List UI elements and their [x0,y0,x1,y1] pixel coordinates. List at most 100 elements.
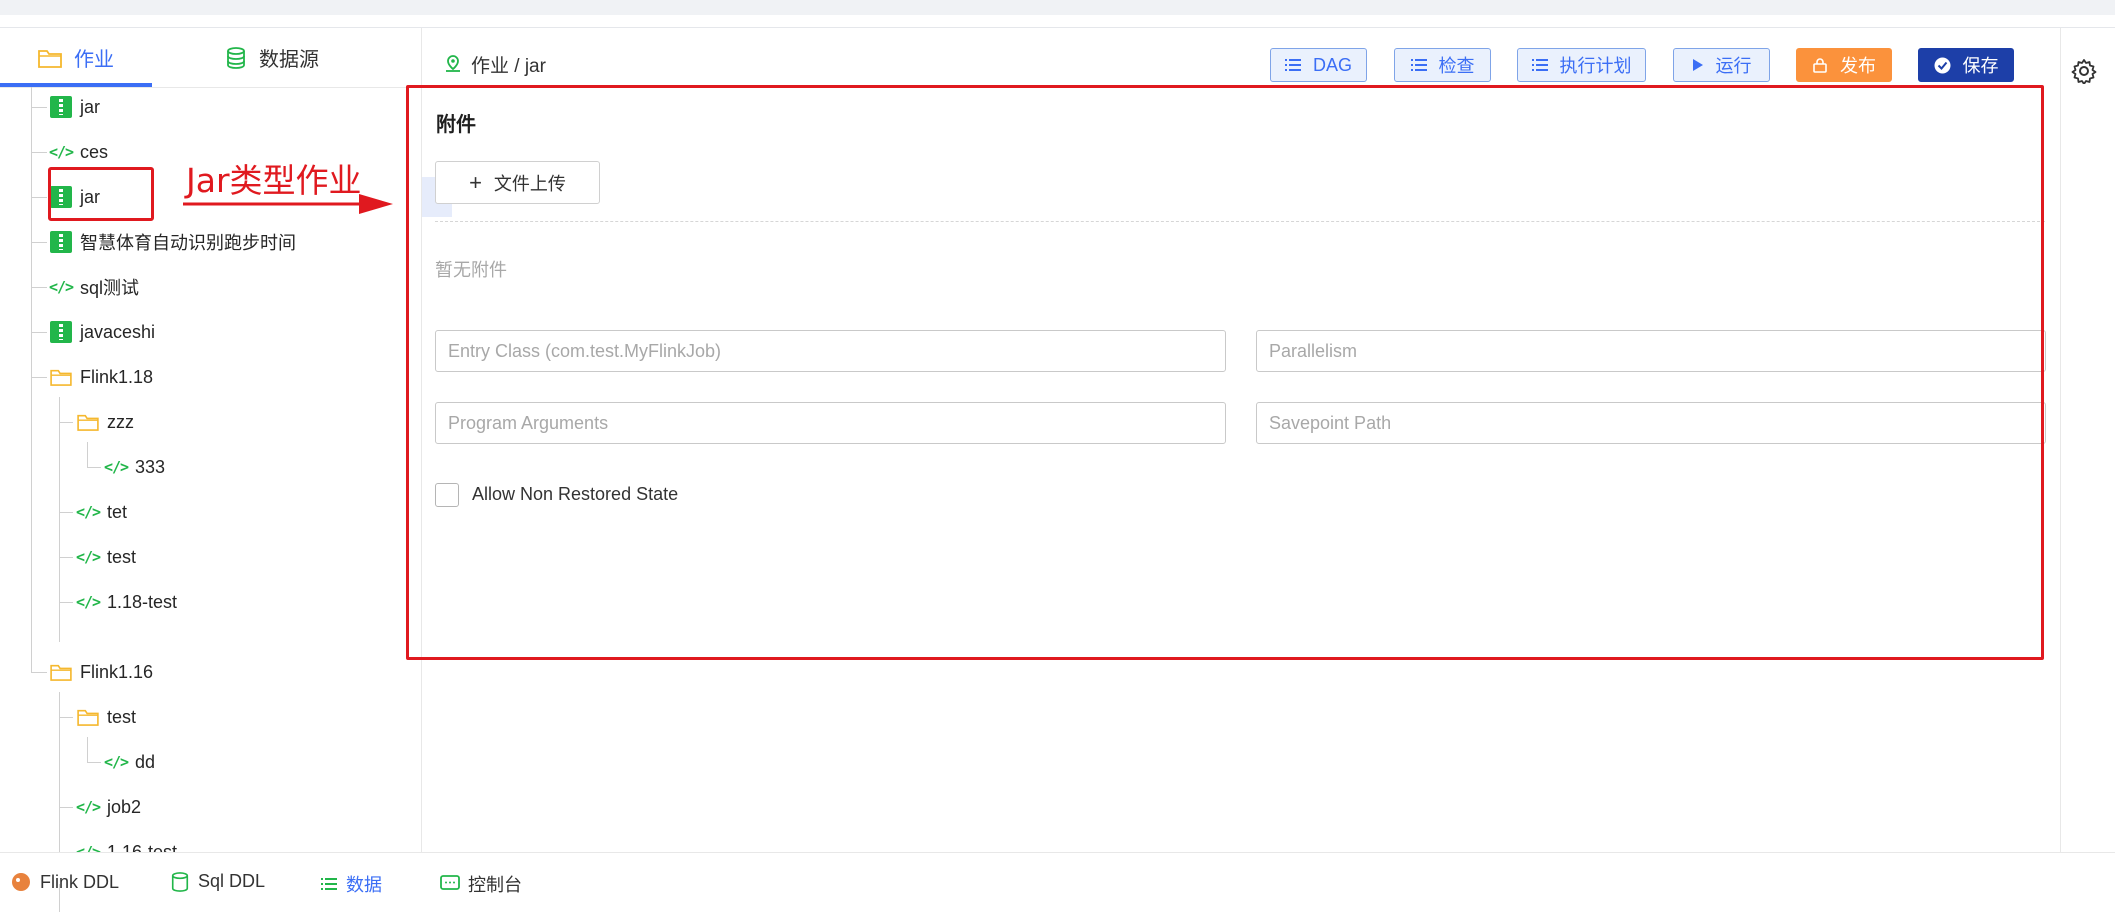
save-button[interactable]: 保存 [1918,48,2014,82]
code-icon: </> [75,548,101,566]
tab-jobs[interactable]: 作业 [38,28,114,87]
tree-item-job2[interactable]: </> job2 [75,787,142,827]
run-button[interactable]: 运行 [1673,48,1770,82]
tree-guide [59,807,73,808]
code-icon: </> [103,753,129,771]
tree-item-label: tet [107,501,128,522]
tree-item-label: jar [80,96,101,117]
lock-icon [1812,57,1828,73]
tree-guide [87,762,101,763]
publish-button-label: 发布 [1840,56,1876,76]
breadcrumb-text: 作业 / jar [471,55,546,77]
tab-jobs-label: 作业 [74,49,114,71]
right-rail-divider [2060,28,2061,852]
tree-folder-flink118[interactable]: Flink1.18 [50,357,153,397]
tree-item-test[interactable]: </> test [75,537,137,577]
jar-icon [50,321,72,343]
folder-icon [50,661,72,683]
tree-folder-flink116[interactable]: Flink1.16 [50,652,153,692]
tree-item-label: ces [80,141,109,162]
tab-data[interactable]: 数据 [320,871,382,897]
dag-button[interactable]: DAG [1270,48,1367,82]
tree-guide [31,152,47,153]
folder-icon [38,48,62,68]
tab-data-label: 数据 [346,875,382,895]
tree-item-label: dd [135,751,156,772]
bottom-tab-bar: Flink DDL Sql DDL 数据 控制台 [0,852,2115,895]
tree-item-smart-sports[interactable]: 智慧体育自动识别跑步时间 [50,222,296,262]
tree-item-ces[interactable]: </> ces [48,132,109,172]
tree-guide [59,397,60,642]
tab-console[interactable]: 控制台 [440,871,522,897]
run-button-label: 运行 [1715,56,1752,76]
tree-guide [87,737,88,762]
sidebar: 作业 数据源 jar </> ces jar 智慧体育自动识别跑步时间 </> … [0,28,453,912]
folder-icon [77,411,99,433]
sidebar-tabs: 作业 数据源 [0,28,421,88]
tree-item-label: zzz [107,411,134,432]
database-icon [170,871,190,892]
tree-item-jar[interactable]: jar [50,87,100,127]
tree-item-label: test [107,546,137,567]
list-icon [320,877,338,891]
tree-item-label: 智慧体育自动识别跑步时间 [80,233,296,253]
tree-guide [87,442,88,467]
tree-folder-zzz[interactable]: zzz [77,402,134,442]
tree-guide [31,107,47,108]
list-icon [1284,58,1301,72]
tree-item-label: job2 [107,796,142,817]
dag-button-label: DAG [1312,54,1352,75]
tree-item-dd[interactable]: </> dd [103,742,156,782]
tab-flink-ddl[interactable]: Flink DDL [10,871,119,893]
annotation-highlight-box [406,85,2044,660]
tree-item-label: test [107,706,137,727]
flink-squirrel-icon [10,871,32,893]
code-icon: </> [103,458,129,476]
jar-icon [50,96,72,118]
execution-plan-button[interactable]: 执行计划 [1517,48,1646,82]
tree-guide [31,672,47,673]
execution-plan-button-label: 执行计划 [1559,56,1632,76]
tree-guide [59,602,73,603]
list-icon [1410,58,1427,72]
tab-flink-ddl-label: Flink DDL [40,871,120,892]
gear-icon[interactable] [2071,58,2097,85]
tree-guide [59,557,73,558]
tree-folder-test[interactable]: test [77,697,136,737]
code-icon: </> [75,798,101,816]
check-button-label: 检查 [1438,56,1475,76]
code-icon: </> [48,143,74,161]
jar-icon [50,231,72,253]
tree-item-1-18-test[interactable]: </> 1.18-test [75,582,178,622]
annotation-arrow-icon [183,194,393,214]
tree-item-javaceshi[interactable]: javaceshi [50,312,155,352]
breadcrumb: 作业 / jar [443,50,546,78]
check-button[interactable]: 检查 [1394,48,1491,82]
tree-item-333[interactable]: </> 333 [103,447,165,487]
tab-datasource-label: 数据源 [259,49,319,71]
play-icon [1692,58,1704,72]
tree-guide [31,287,47,288]
tree-guide [87,467,101,468]
code-icon: </> [75,593,101,611]
tree-guide [59,512,73,513]
tab-datasource[interactable]: 数据源 [225,28,319,87]
top-strip [0,0,2115,15]
tab-sql-ddl-label: Sql DDL [198,871,266,891]
location-pin-icon [443,54,463,74]
tree-item-sql-test[interactable]: </> sql测试 [49,267,140,307]
tree-guide [31,197,47,198]
publish-button[interactable]: 发布 [1796,48,1892,82]
tree-guide [31,87,32,672]
annotation-tree-highlight [48,167,154,221]
tab-console-label: 控制台 [468,875,522,895]
tree-item-label: sql测试 [80,278,140,298]
check-circle-icon [1934,57,1951,74]
console-icon [440,875,460,893]
tab-sql-ddl[interactable]: Sql DDL [170,871,265,892]
tree-guide [31,242,47,243]
tree-item-tet[interactable]: </> tet [76,492,128,532]
folder-icon [50,366,72,388]
save-button-label: 保存 [1962,56,1999,76]
tree-item-label: 1.18-test [107,591,178,612]
